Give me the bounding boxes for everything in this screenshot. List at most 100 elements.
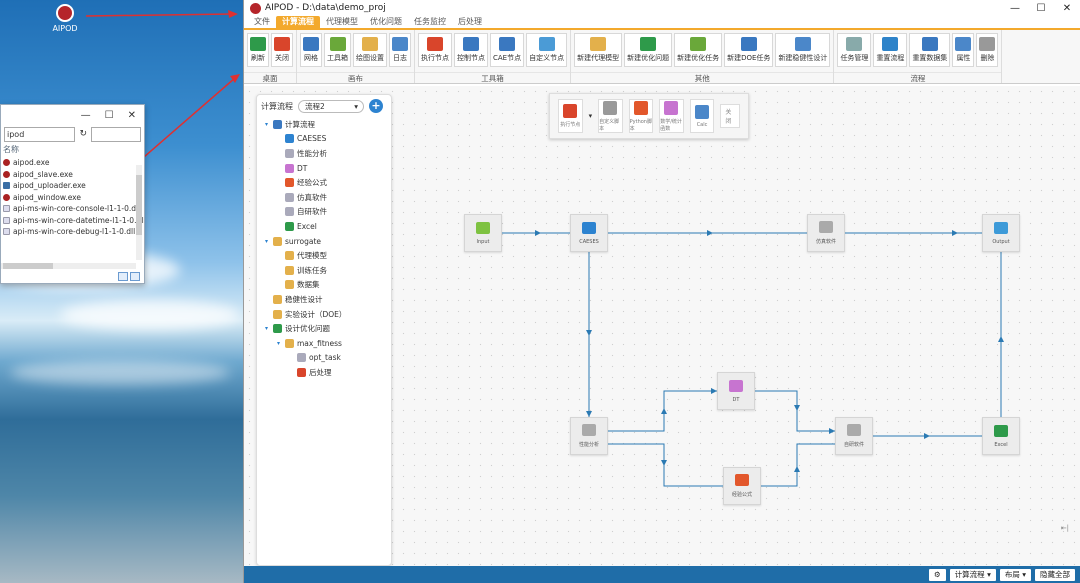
tree-item[interactable]: ▾ surrogate — [257, 234, 391, 249]
tree-item[interactable]: 实验设计（DOE） — [257, 307, 391, 322]
ribbon-group-name: 流程 — [834, 72, 1002, 83]
tree-item[interactable]: 性能分析 — [257, 146, 391, 161]
ribbon-button[interactable]: CAE节点 — [490, 33, 525, 67]
tree-item[interactable]: 经验公式 — [257, 175, 391, 190]
menu-item[interactable]: 计算流程 — [276, 16, 320, 28]
ribbon-button[interactable]: 重置流程 — [873, 33, 908, 67]
toolbox-item-icon — [695, 104, 710, 119]
maximize-icon[interactable]: ☐ — [105, 110, 114, 121]
toolbox-item[interactable]: 执行节点 — [558, 99, 583, 133]
ribbon-button[interactable]: 绘图设置 — [353, 33, 387, 67]
menu-item[interactable]: 文件 — [248, 16, 276, 28]
search-input[interactable] — [91, 126, 141, 142]
ribbon-button[interactable]: 任务管理 — [837, 33, 872, 67]
tree-item[interactable]: 数据集 — [257, 278, 391, 293]
flow-node-sim[interactable]: 仿真软件 — [807, 214, 845, 252]
tree-item[interactable]: DT — [257, 161, 391, 176]
flow-node-caeses[interactable]: CAESES — [570, 214, 608, 252]
layout-menu-button[interactable]: 布局 ▾ — [999, 568, 1031, 581]
vertical-scrollbar[interactable] — [136, 165, 142, 260]
ribbon-button[interactable]: 新建DOE任务 — [724, 33, 774, 67]
toolbox-item-icon — [664, 100, 679, 115]
tree-item[interactable]: 代理模型 — [257, 248, 391, 263]
flow-node-excel[interactable]: Excel — [982, 417, 1020, 455]
ribbon-button[interactable]: 新建优化任务 — [674, 33, 723, 67]
file-row[interactable]: api-ms-win-core-debug-l1-1-0.dll — [1, 226, 144, 238]
address-bar[interactable]: ipod — [4, 126, 76, 142]
minimize-icon[interactable]: — — [81, 110, 91, 121]
ribbon-button[interactable]: 重置数据集 — [909, 33, 951, 67]
ribbon-button[interactable]: 新建稳健性设计 — [775, 33, 831, 67]
node-icon — [994, 424, 1008, 437]
flow-node-formula[interactable]: 经验公式 — [723, 467, 761, 505]
ribbon-button[interactable]: 新建代理模型 — [574, 33, 623, 67]
file-row[interactable]: aipod.exe — [1, 157, 144, 169]
tree-item-icon — [285, 280, 294, 290]
file-row[interactable]: aipod_slave.exe — [1, 169, 144, 181]
ribbon-button[interactable]: 工具箱 — [324, 33, 351, 67]
toolbox-dropdown-icon[interactable]: ▾ — [589, 112, 593, 120]
menu-item[interactable]: 代理模型 — [320, 16, 364, 28]
toolbox-item[interactable]: 数学/统计函数 — [659, 99, 684, 133]
column-header-name[interactable]: 名称 — [1, 143, 144, 157]
tree-toggle-icon[interactable]: ▾ — [277, 340, 285, 347]
ribbon-button[interactable]: 网格 — [300, 33, 322, 67]
tiles-view-icon[interactable] — [130, 272, 140, 281]
ribbon-button[interactable]: 自定义节点 — [526, 33, 568, 67]
flow-select[interactable]: 流程2 — [298, 99, 364, 113]
settings-button[interactable]: ⚙ — [928, 568, 946, 581]
tree-item[interactable]: CAESES — [257, 132, 391, 147]
file-row[interactable]: aipod_uploader.exe — [1, 180, 144, 192]
ribbon-button[interactable]: 属性 — [952, 33, 975, 67]
tree-item[interactable]: 仿真软件 — [257, 190, 391, 205]
menu-item[interactable]: 后处理 — [452, 16, 488, 28]
maximize-icon[interactable]: ☐ — [1028, 3, 1054, 14]
flow-node-dt[interactable]: DT — [717, 372, 755, 410]
collapse-icon[interactable]: ⇤| — [1061, 524, 1069, 532]
ribbon-button[interactable]: 刷新 — [247, 33, 269, 67]
refresh-icon[interactable]: ↻ — [79, 129, 87, 139]
tree-toggle-icon[interactable]: ▾ — [265, 121, 273, 128]
flow-menu-button[interactable]: 计算流程 ▾ — [949, 568, 996, 581]
flow-node-input[interactable]: Input — [464, 214, 502, 252]
tree-item[interactable]: 自研软件 — [257, 205, 391, 220]
tree-item[interactable]: ▾ 设计优化问题 — [257, 321, 391, 336]
flow-node-perf[interactable]: 性能分析 — [570, 417, 608, 455]
menu-item[interactable]: 优化问题 — [364, 16, 408, 28]
ribbon-button[interactable]: 控制节点 — [454, 33, 488, 67]
flow-node-self[interactable]: 自研软件 — [835, 417, 873, 455]
connection-arrow — [998, 336, 1004, 342]
node-label: 仿真软件 — [815, 239, 836, 245]
menu-item[interactable]: 任务监控 — [408, 16, 452, 28]
toolbox-item[interactable]: 自定义脚本 — [598, 99, 623, 133]
tree-item[interactable]: opt_task — [257, 351, 391, 366]
tree-item[interactable]: ▾ max_fitness — [257, 336, 391, 351]
horizontal-scrollbar[interactable] — [1, 263, 136, 269]
file-row[interactable]: aipod_window.exe — [1, 192, 144, 204]
ribbon-button[interactable]: 日志 — [389, 33, 411, 67]
close-icon[interactable]: ✕ — [1054, 3, 1080, 14]
ribbon-button[interactable]: 执行节点 — [418, 33, 452, 67]
tree-item[interactable]: 训练任务 — [257, 263, 391, 278]
file-row[interactable]: api-ms-win-core-datetime-l1-1-0.dll — [1, 215, 144, 227]
hide-all-button[interactable]: 隐藏全部 — [1035, 568, 1075, 581]
minimize-icon[interactable]: — — [1002, 3, 1028, 14]
ribbon-button[interactable]: 新建优化问题 — [624, 33, 673, 67]
toolbox-item[interactable]: Calc — [689, 99, 715, 133]
tree-item[interactable]: ▾ 计算流程 — [257, 117, 391, 132]
close-icon[interactable]: ✕ — [128, 110, 136, 121]
tree-toggle-icon[interactable]: ▾ — [265, 325, 273, 332]
desktop-icon-aipod[interactable]: AIPOD — [50, 4, 80, 33]
details-view-icon[interactable] — [118, 272, 128, 281]
flow-node-output[interactable]: Output — [982, 214, 1020, 252]
tree-item[interactable]: Excel — [257, 219, 391, 234]
toolbox-close-button[interactable]: 关闭 — [720, 104, 741, 128]
ribbon-button[interactable]: 关闭 — [271, 33, 293, 67]
file-row[interactable]: api-ms-win-core-console-l1-1-0.dll — [1, 203, 144, 215]
toolbox-item[interactable]: Python脚本 — [628, 99, 654, 133]
add-flow-button[interactable]: + — [369, 99, 383, 113]
tree-toggle-icon[interactable]: ▾ — [265, 238, 273, 245]
tree-item[interactable]: 稳健性设计 — [257, 292, 391, 307]
tree-item[interactable]: 后处理 — [257, 365, 391, 380]
ribbon-button[interactable]: 删除 — [976, 33, 999, 67]
